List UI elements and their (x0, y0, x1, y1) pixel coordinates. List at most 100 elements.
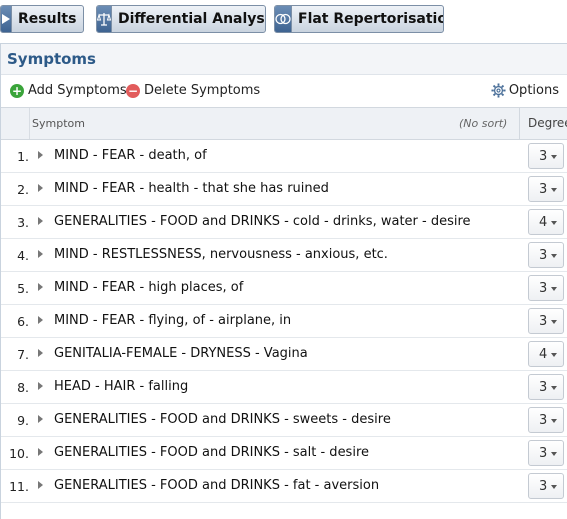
row-number: 5. (17, 281, 29, 296)
sort-indicator: (No sort) (459, 117, 508, 130)
chevron-down-icon (551, 221, 557, 225)
symptom-text: HEAD - HAIR - falling (54, 379, 189, 394)
table-row[interactable]: 7. GENITALIA-FEMALE - DRYNESS - Vagina 4 (1, 338, 567, 371)
table-row[interactable]: 4. MIND - RESTLESSNESS, nervousness - anx… (1, 239, 567, 272)
symptom-text: MIND - FEAR - flying, of - airplane, in (54, 313, 292, 328)
chevron-down-icon (551, 353, 557, 357)
table-row[interactable]: 5. MIND - FEAR - high places, of 3 (1, 272, 567, 305)
expand-arrow-icon[interactable] (38, 448, 43, 456)
degree-value: 3 (539, 148, 548, 164)
flat-repertorisation-button[interactable]: Flat Repertorisation (274, 5, 444, 33)
degree-select[interactable]: 3 (528, 242, 564, 268)
degree-value: 3 (539, 181, 548, 197)
expand-arrow-icon[interactable] (38, 250, 43, 258)
symptom-text: GENERALITIES - FOOD and DRINKS - cold - … (54, 214, 471, 229)
degree-select[interactable]: 4 (528, 209, 564, 235)
chevron-down-icon (551, 452, 557, 456)
row-number-header (1, 108, 30, 139)
symptom-text: GENERALITIES - FOOD and DRINKS - sweets … (54, 412, 391, 427)
chevron-down-icon (551, 419, 557, 423)
table-row[interactable]: 8. HEAD - HAIR - falling 3 (1, 371, 567, 404)
table-row[interactable]: 10. GENERALITIES - FOOD and DRINKS - salt… (1, 437, 567, 470)
results-button[interactable]: Results (0, 5, 84, 33)
degree-value: 3 (539, 412, 548, 428)
expand-arrow-icon[interactable] (38, 415, 43, 423)
expand-arrow-icon[interactable] (38, 349, 43, 357)
degree-value: 4 (539, 346, 548, 362)
delete-symptoms-button[interactable]: − Delete Symptoms (126, 83, 260, 98)
expand-arrow-icon[interactable] (38, 184, 43, 192)
gear-icon (491, 83, 506, 98)
chevron-down-icon (551, 155, 557, 159)
chevron-down-icon (551, 485, 557, 489)
degree-select[interactable]: 3 (528, 407, 564, 433)
degree-select[interactable]: 4 (528, 341, 564, 367)
degree-select[interactable]: 3 (528, 143, 564, 169)
chevron-down-icon (551, 254, 557, 258)
column-divider (519, 108, 520, 139)
table-row[interactable]: 3. GENERALITIES - FOOD and DRINKS - cold … (1, 206, 567, 239)
add-symptoms-button[interactable]: + Add Symptoms (10, 83, 127, 98)
chevron-down-icon (551, 320, 557, 324)
table-row[interactable]: 6. MIND - FEAR - flying, of - airplane, i… (1, 305, 567, 338)
degree-value: 3 (539, 313, 548, 329)
options-label: Options (508, 83, 559, 98)
degree-value: 3 (539, 445, 548, 461)
scales-icon (97, 6, 112, 32)
row-number: 10. (9, 446, 29, 461)
table-row[interactable]: 11. GENERALITIES - FOOD and DRINKS - fat … (1, 470, 567, 503)
expand-arrow-icon[interactable] (38, 382, 43, 390)
row-number: 7. (17, 347, 29, 362)
top-toolbar: Results Differential Analysis Flat Reper… (0, 0, 567, 42)
symptom-text: MIND - FEAR - health - that she has ruin… (54, 181, 329, 196)
expand-arrow-icon[interactable] (38, 151, 43, 159)
degree-select[interactable]: 3 (528, 275, 564, 301)
degree-select[interactable]: 3 (528, 473, 564, 499)
options-button[interactable]: Options (491, 83, 559, 98)
row-number: 1. (17, 149, 29, 164)
table-row[interactable]: 1. MIND - FEAR - death, of 3 (1, 140, 567, 173)
table-row[interactable]: 2. MIND - FEAR - health - that she has ru… (1, 173, 567, 206)
expand-arrow-icon[interactable] (38, 283, 43, 291)
row-number: 8. (17, 380, 29, 395)
symptom-text: MIND - FEAR - death, of (54, 148, 207, 163)
symptom-list: 1. MIND - FEAR - death, of 3 2. MIND - FEAR … (1, 140, 567, 503)
degree-column-header[interactable]: Degree (528, 116, 567, 130)
row-number: 9. (17, 413, 29, 428)
plus-icon: + (10, 83, 24, 98)
expand-arrow-icon[interactable] (38, 316, 43, 324)
chevron-down-icon (551, 188, 557, 192)
symptom-column-header[interactable]: Symptom (32, 117, 85, 130)
differential-analysis-button[interactable]: Differential Analysis (96, 5, 266, 33)
chevron-down-icon (551, 287, 557, 291)
chevron-down-icon (551, 386, 557, 390)
degree-select[interactable]: 3 (528, 374, 564, 400)
degree-select[interactable]: 3 (528, 176, 564, 202)
symptom-text: GENERALITIES - FOOD and DRINKS - salt - … (54, 445, 370, 460)
degree-value: 4 (539, 214, 548, 230)
panel-title: Symptoms (1, 44, 567, 75)
symptom-text: GENITALIA-FEMALE - DRYNESS - Vagina (54, 346, 308, 361)
differential-analysis-label: Differential Analysis (118, 11, 266, 27)
symptoms-panel: Symptoms + Add Symptoms − Delete Symptom… (0, 43, 567, 519)
degree-value: 3 (539, 280, 548, 296)
symptom-text: MIND - FEAR - high places, of (54, 280, 244, 295)
play-icon (1, 6, 12, 32)
delete-symptoms-label: Delete Symptoms (144, 83, 261, 98)
table-header: Symptom (No sort) Degree (1, 107, 567, 140)
degree-select[interactable]: 3 (528, 308, 564, 334)
degree-value: 3 (539, 478, 548, 494)
row-number: 11. (9, 479, 29, 494)
expand-arrow-icon[interactable] (38, 481, 43, 489)
degree-value: 3 (539, 247, 548, 263)
expand-arrow-icon[interactable] (38, 217, 43, 225)
symptom-text: MIND - RESTLESSNESS, nervousness - anxio… (54, 247, 388, 262)
overlap-circles-icon (275, 6, 292, 32)
table-row[interactable]: 9. GENERALITIES - FOOD and DRINKS - sweet… (1, 404, 567, 437)
row-number: 3. (17, 215, 29, 230)
symptom-text: GENERALITIES - FOOD and DRINKS - fat - a… (54, 478, 380, 493)
symptom-actions-bar: + Add Symptoms − Delete Symptoms Options (1, 75, 567, 107)
degree-select[interactable]: 3 (528, 440, 564, 466)
row-number: 2. (17, 182, 29, 197)
results-label: Results (18, 11, 77, 27)
